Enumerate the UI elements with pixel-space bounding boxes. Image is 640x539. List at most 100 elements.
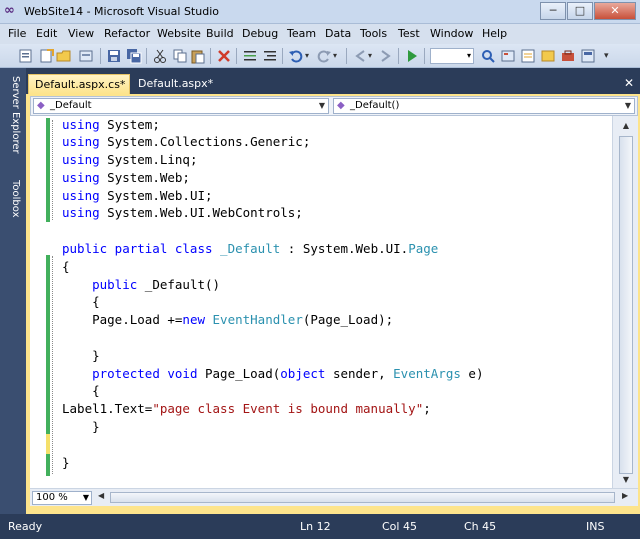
chevron-down-icon: ▼ bbox=[82, 493, 89, 502]
code-line-8: public partial class _Default : System.W… bbox=[62, 241, 439, 256]
horizontal-scroll-thumb[interactable] bbox=[110, 492, 615, 503]
add-item-icon[interactable] bbox=[38, 48, 54, 64]
zoom-dropdown[interactable]: 100 % ▼ bbox=[32, 491, 92, 505]
code-line-4: using System.Web; bbox=[62, 170, 190, 185]
new-project-icon[interactable] bbox=[18, 48, 34, 64]
menu-website[interactable]: Website bbox=[157, 27, 201, 40]
tab-default-aspx[interactable]: Default.aspx* bbox=[132, 74, 226, 94]
start-debugging-icon[interactable] bbox=[404, 48, 420, 64]
solution-configuration-dropdown[interactable]: ▾ bbox=[430, 48, 474, 64]
status-ready: Ready bbox=[8, 520, 43, 533]
find-in-files-icon[interactable] bbox=[480, 48, 496, 64]
code-editor[interactable]: using System; using System.Collections.G… bbox=[30, 116, 612, 488]
code-line-12: Page.Load +=new EventHandler(Page_Load); bbox=[92, 312, 394, 327]
toolbox-tab[interactable]: Toolbox bbox=[5, 180, 21, 218]
status-line: Ln 12 bbox=[300, 520, 331, 533]
side-dock: Server Explorer Toolbox bbox=[0, 68, 26, 514]
vertical-scroll-thumb[interactable] bbox=[619, 136, 633, 474]
paste-icon[interactable] bbox=[190, 48, 206, 64]
scroll-left-icon[interactable]: ◀ bbox=[98, 491, 104, 500]
code-line-6: using System.Web.UI.WebControls; bbox=[62, 205, 303, 220]
menu-bar: File Edit View Refactor Website Build De… bbox=[0, 24, 640, 44]
uncomment-lines-icon[interactable] bbox=[262, 48, 278, 64]
add-new-item-icon[interactable] bbox=[78, 48, 94, 64]
member-dropdown-value: _Default() bbox=[350, 100, 400, 111]
navigate-forward-icon[interactable] bbox=[378, 48, 394, 64]
menu-file[interactable]: File bbox=[8, 27, 26, 40]
unsaved-lines-marker bbox=[46, 434, 50, 454]
code-line-20: } bbox=[62, 455, 70, 470]
code-line-3: using System.Linq; bbox=[62, 152, 198, 167]
code-line-2: using System.Collections.Generic; bbox=[62, 134, 311, 149]
menu-data[interactable]: Data bbox=[325, 27, 351, 40]
status-insert-mode: INS bbox=[586, 520, 605, 533]
visual-studio-logo-icon: ∞ bbox=[4, 3, 15, 18]
toolbar-separator bbox=[346, 48, 347, 64]
class-dropdown-value: _Default bbox=[50, 100, 92, 111]
undo-icon[interactable] bbox=[288, 48, 304, 64]
copy-icon[interactable] bbox=[172, 48, 188, 64]
menu-build[interactable]: Build bbox=[206, 27, 234, 40]
toolbox-icon[interactable] bbox=[560, 48, 576, 64]
menu-team[interactable]: Team bbox=[287, 27, 316, 40]
class-dropdown[interactable]: ◆ _Default ▼ bbox=[33, 98, 329, 114]
zoom-level: 100 % bbox=[36, 492, 68, 503]
method-icon: ◆ bbox=[337, 100, 345, 111]
start-page-icon[interactable] bbox=[580, 48, 596, 64]
menu-debug[interactable]: Debug bbox=[242, 27, 278, 40]
toolbar-separator bbox=[236, 48, 237, 64]
menu-edit[interactable]: Edit bbox=[36, 27, 57, 40]
code-line-16: { bbox=[62, 383, 100, 398]
server-explorer-tab[interactable]: Server Explorer bbox=[5, 76, 21, 154]
code-line-5: using System.Web.UI; bbox=[62, 188, 213, 203]
scroll-down-icon[interactable]: ▼ bbox=[618, 472, 634, 488]
cut-icon[interactable] bbox=[152, 48, 168, 64]
toolbar-separator bbox=[424, 48, 425, 64]
vertical-scrollbar[interactable]: ▲ ▼ bbox=[612, 116, 638, 488]
chevron-down-icon: ▼ bbox=[318, 101, 325, 110]
close-document-icon[interactable]: ✕ bbox=[624, 76, 634, 90]
scroll-up-icon[interactable]: ▲ bbox=[618, 118, 634, 134]
code-line-9: { bbox=[62, 259, 70, 274]
code-line-18: } bbox=[62, 419, 100, 434]
object-browser-icon[interactable] bbox=[540, 48, 556, 64]
menu-refactor[interactable]: Refactor bbox=[104, 27, 150, 40]
navigate-backward-icon[interactable] bbox=[352, 48, 368, 64]
redo-icon[interactable] bbox=[316, 48, 332, 64]
status-character: Ch 45 bbox=[464, 520, 497, 533]
outline-guide bbox=[52, 256, 53, 474]
scroll-right-icon[interactable]: ▶ bbox=[622, 491, 628, 500]
code-line-10: public _Default() bbox=[92, 277, 221, 292]
window-controls: ─ □ ✕ bbox=[539, 2, 636, 20]
document-tabs: Default.aspx.cs* Default.aspx* ✕ bbox=[26, 74, 640, 94]
save-all-icon[interactable] bbox=[126, 48, 142, 64]
minimize-button[interactable]: ─ bbox=[540, 2, 566, 20]
menu-view[interactable]: View bbox=[68, 27, 94, 40]
title-bar: ∞ WebSite14 - Microsoft Visual Studio ─ … bbox=[0, 0, 640, 24]
toolbar-options-icon[interactable]: ▾ bbox=[604, 48, 620, 64]
code-line-15: protected void Page_Load(object sender, … bbox=[92, 366, 484, 381]
tab-default-aspx-cs[interactable]: Default.aspx.cs* bbox=[28, 74, 130, 94]
menu-test[interactable]: Test bbox=[398, 27, 420, 40]
code-line-1: using System; bbox=[62, 117, 160, 132]
solution-explorer-icon[interactable] bbox=[500, 48, 516, 64]
status-column: Col 45 bbox=[382, 520, 417, 533]
properties-window-icon[interactable] bbox=[520, 48, 536, 64]
menu-help[interactable]: Help bbox=[482, 27, 507, 40]
open-file-icon[interactable] bbox=[56, 48, 72, 64]
delete-icon[interactable] bbox=[216, 48, 232, 64]
class-icon: ◆ bbox=[37, 100, 45, 111]
comment-lines-icon[interactable] bbox=[242, 48, 258, 64]
save-icon[interactable] bbox=[106, 48, 122, 64]
editor-bottom-bar: 100 % ▼ ◀ ▶ bbox=[30, 488, 638, 506]
code-line-14: } bbox=[62, 348, 100, 363]
navigation-bar: ◆ _Default ▼ ◆ _Default() ▼ bbox=[30, 96, 638, 116]
chevron-down-icon: ▼ bbox=[624, 101, 631, 110]
menu-tools[interactable]: Tools bbox=[360, 27, 387, 40]
maximize-button[interactable]: □ bbox=[567, 2, 593, 20]
toolbar-separator bbox=[146, 48, 147, 64]
close-button[interactable]: ✕ bbox=[594, 2, 636, 20]
member-dropdown[interactable]: ◆ _Default() ▼ bbox=[333, 98, 635, 114]
indicator-margin bbox=[30, 116, 44, 488]
menu-window[interactable]: Window bbox=[430, 27, 473, 40]
